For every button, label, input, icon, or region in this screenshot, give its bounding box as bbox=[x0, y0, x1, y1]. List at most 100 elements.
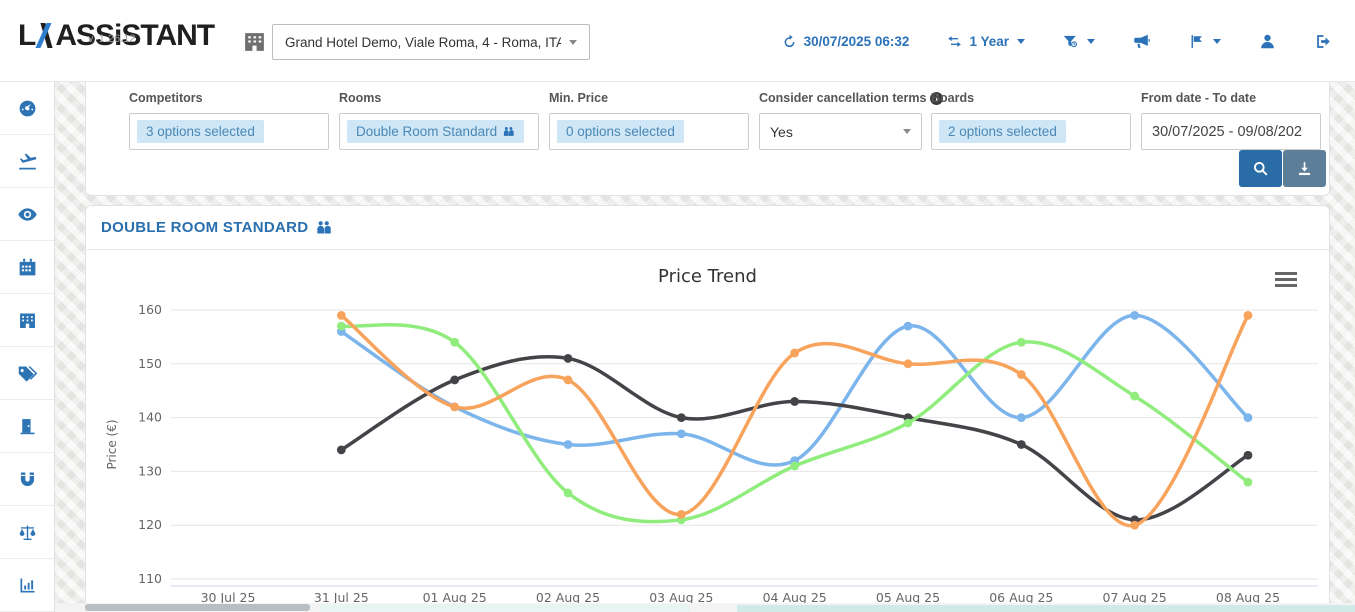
chart-point-series-green bbox=[790, 462, 799, 471]
megaphone-icon[interactable] bbox=[1132, 32, 1151, 51]
hotel-icon bbox=[17, 310, 38, 331]
download-icon bbox=[1295, 159, 1314, 178]
svg-text:140: 140 bbox=[138, 410, 162, 425]
header-actions: 30/07/2025 06:32 1 Year bbox=[781, 0, 1333, 82]
last-update[interactable]: 30/07/2025 06:32 bbox=[781, 33, 910, 50]
stats-icon bbox=[17, 575, 38, 596]
hotel-selector-value: Grand Hotel Demo, Viale Roma, 4 - Roma, … bbox=[285, 35, 561, 50]
svg-text:130: 130 bbox=[138, 463, 162, 478]
sidebar-item-rates[interactable] bbox=[0, 347, 54, 400]
chart-point-series-orange bbox=[677, 510, 686, 519]
chart-menu-button[interactable] bbox=[1275, 272, 1297, 290]
chart-point-series-orange bbox=[337, 311, 346, 320]
bottom-strip-teal bbox=[737, 605, 1355, 612]
sidebar-item-calendar[interactable] bbox=[0, 241, 54, 294]
chart-point-series-green bbox=[450, 338, 459, 347]
chart-panel: DOUBLE ROOM STANDARD Price Trend 1101201… bbox=[85, 205, 1330, 612]
sidebar-item-stats[interactable] bbox=[0, 559, 54, 612]
flag-icon bbox=[1188, 33, 1205, 50]
chart-point-series-green bbox=[1130, 392, 1139, 401]
filters-panel: Competitors 3 options selected Rooms Dou… bbox=[85, 82, 1330, 196]
svg-text:Price (€): Price (€) bbox=[105, 419, 119, 469]
period-value: 1 Year bbox=[969, 34, 1009, 49]
min-price-select[interactable]: 0 options selected bbox=[549, 113, 749, 150]
magnet-icon bbox=[17, 469, 38, 490]
svg-text:150: 150 bbox=[138, 356, 162, 371]
horizontal-scrollbar[interactable] bbox=[55, 603, 1355, 612]
sidebar-item-dashboard[interactable] bbox=[0, 82, 54, 135]
sidebar-item-hotel[interactable] bbox=[0, 294, 54, 347]
chevron-down-icon bbox=[1213, 39, 1221, 44]
scrollbar-thumb[interactable] bbox=[85, 604, 310, 611]
date-range-input[interactable]: 30/07/2025 - 09/08/202 bbox=[1141, 113, 1321, 150]
min-price-label: Min. Price bbox=[549, 91, 749, 105]
building-icon bbox=[242, 29, 267, 54]
refresh-icon bbox=[781, 33, 798, 50]
sidebar-item-arrivals[interactable] bbox=[0, 135, 54, 188]
logout-icon[interactable] bbox=[1314, 32, 1333, 51]
scale-icon bbox=[17, 522, 38, 543]
funnel-clock-icon bbox=[1062, 33, 1079, 50]
flag-menu[interactable] bbox=[1188, 33, 1221, 50]
chart-point-series-black bbox=[337, 445, 346, 454]
chart-point-series-orange bbox=[1017, 370, 1026, 379]
chart-point-series-black bbox=[564, 354, 573, 363]
rooms-chip: Double Room Standard bbox=[347, 120, 524, 143]
chart-point-series-green bbox=[1017, 338, 1026, 347]
search-icon bbox=[1251, 159, 1270, 178]
chevron-down-icon bbox=[903, 129, 911, 134]
chart-line-series-blue bbox=[341, 315, 1248, 465]
chart-point-series-orange bbox=[1244, 311, 1253, 320]
filter-menu[interactable] bbox=[1062, 33, 1095, 50]
eye-icon bbox=[17, 204, 38, 225]
chart-point-series-orange bbox=[564, 376, 573, 385]
sidebar-item-magnet[interactable] bbox=[0, 453, 54, 506]
min-price-chip: 0 options selected bbox=[557, 120, 684, 143]
chart-point-series-blue bbox=[1017, 413, 1026, 422]
chart-point-series-black bbox=[1244, 451, 1253, 460]
logo-mark-icon bbox=[36, 22, 54, 48]
sidebar-item-visibility[interactable] bbox=[0, 188, 54, 241]
competitors-chip: 3 options selected bbox=[137, 120, 264, 143]
rooms-label: Rooms bbox=[339, 91, 539, 105]
cancellation-select[interactable]: Yes bbox=[759, 113, 922, 150]
competitors-select[interactable]: 3 options selected bbox=[129, 113, 329, 150]
user-icon[interactable] bbox=[1258, 32, 1277, 51]
hotel-selector[interactable]: Grand Hotel Demo, Viale Roma, 4 - Roma, … bbox=[272, 24, 590, 60]
chart-point-series-orange bbox=[1130, 521, 1139, 530]
room-title: DOUBLE ROOM STANDARD bbox=[101, 219, 308, 236]
logo-prefix: L bbox=[18, 22, 35, 50]
app-version: v. 1.26.12 bbox=[88, 33, 136, 45]
competitors-label: Competitors bbox=[129, 91, 329, 105]
svg-text:110: 110 bbox=[138, 571, 162, 586]
search-button[interactable] bbox=[1239, 150, 1282, 187]
chart-point-series-black bbox=[1017, 440, 1026, 449]
sidebar-item-compare[interactable] bbox=[0, 506, 54, 559]
calendar-icon bbox=[17, 257, 38, 278]
chart-point-series-orange bbox=[790, 349, 799, 358]
chevron-down-icon bbox=[1017, 39, 1025, 44]
two-people-icon bbox=[502, 125, 515, 138]
chart-title: Price Trend bbox=[86, 266, 1329, 287]
boards-label: Boards bbox=[931, 91, 1131, 105]
boards-chip: 2 options selected bbox=[939, 120, 1066, 143]
chart-point-series-black bbox=[677, 413, 686, 422]
chart-point-series-black bbox=[450, 376, 459, 385]
chart-panel-header: DOUBLE ROOM STANDARD bbox=[86, 206, 1329, 250]
chart-point-series-green bbox=[1244, 478, 1253, 487]
download-button[interactable] bbox=[1283, 150, 1326, 187]
chart-point-series-blue bbox=[904, 322, 913, 331]
two-people-icon bbox=[315, 219, 332, 236]
chart-point-series-blue bbox=[564, 440, 573, 449]
page: L ASSiSTANT v. 1.26.12 Grand Hotel Demo,… bbox=[0, 0, 1355, 612]
boards-select[interactable]: 2 options selected bbox=[931, 113, 1131, 150]
chart-point-series-orange bbox=[450, 402, 459, 411]
chevron-down-icon bbox=[569, 40, 577, 45]
chart-point-series-orange bbox=[904, 359, 913, 368]
top-header: L ASSiSTANT v. 1.26.12 Grand Hotel Demo,… bbox=[0, 0, 1355, 82]
period-selector[interactable]: 1 Year bbox=[946, 33, 1025, 50]
cancellation-value: Yes bbox=[770, 124, 793, 140]
rooms-select[interactable]: Double Room Standard bbox=[339, 113, 539, 150]
sidebar-item-rooms[interactable] bbox=[0, 400, 54, 453]
chevron-down-icon bbox=[1087, 39, 1095, 44]
